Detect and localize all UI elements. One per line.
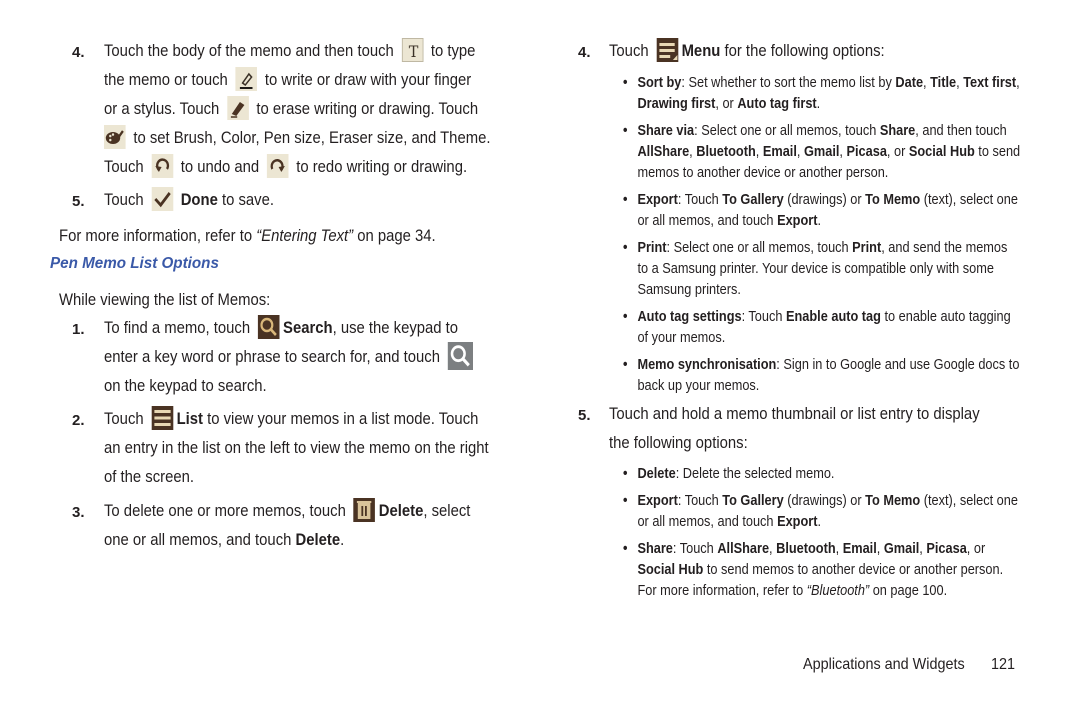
step-number: 2.	[72, 412, 85, 429]
bullet-line: Export: Touch To Gallery (drawings) or T…	[637, 492, 1018, 509]
bullet-dot: •	[623, 492, 628, 509]
bullet-line: back up your memos.	[637, 377, 760, 394]
bullet-item: • Auto tag settings: Touch Enable auto ta…	[623, 306, 1020, 348]
keypad-search-icon	[447, 341, 473, 370]
section-heading: Pen Memo List Options	[50, 255, 219, 272]
menu-step-text: Touch Menu for the following options:	[609, 37, 885, 66]
bullet-dot: •	[623, 74, 628, 91]
settings-palette-icon	[104, 124, 126, 149]
cross-reference-link[interactable]: “Bluetooth”	[807, 582, 869, 599]
bullet-dot: •	[623, 540, 628, 557]
footer-section: Applications and Widgets	[803, 656, 965, 673]
bullet-item: • Print: Select one or all memos, touch P…	[623, 237, 1020, 300]
bullet-line: or all memos, and touch Export.	[637, 513, 821, 530]
bullet-line: Sort by: Set whether to sort the memo li…	[637, 74, 1020, 91]
menu-options-list: • Sort by: Set whether to sort the memo l…	[623, 72, 1020, 402]
step-number: 4.	[72, 44, 85, 61]
bullet-line: Print: Select one or all memos, touch Pr…	[637, 239, 1008, 256]
bullet-item: • Share: Touch AllShare, Bluetooth, Email…	[623, 538, 1018, 601]
pen-icon	[235, 66, 258, 91]
step-number: 5.	[72, 193, 85, 210]
bullet-item: • Export: Touch To Gallery (drawings) or …	[623, 490, 1018, 532]
text-mode-icon: T	[401, 37, 424, 62]
page-number: 121	[991, 656, 1016, 673]
search-icon	[257, 314, 280, 339]
bullet-line: Delete: Delete the selected memo.	[637, 465, 835, 482]
bullet-dot: •	[623, 191, 628, 208]
bullet-dot: •	[623, 239, 628, 256]
delete-trash-icon	[353, 497, 376, 522]
bullet-item: • Share via: Select one or all memos, tou…	[623, 120, 1020, 183]
step-5-text: Touch Done to save.	[104, 186, 274, 215]
intro-text: While viewing the list of Memos:	[59, 291, 271, 309]
svg-text:T: T	[408, 42, 418, 61]
list-step-2-text: Touch List to view your memos in a list …	[104, 405, 489, 492]
list-step-3-text: To delete one or more memos, touch Delet…	[104, 497, 470, 555]
list-step-1-text: To find a memo, touch Search, use the ke…	[104, 314, 477, 401]
hold-options-list: • Delete: Delete the selected memo. • Expor…	[623, 463, 1018, 607]
bullet-item: • Memo synchronisation: Sign in to Google…	[623, 354, 1020, 396]
bullet-line: AllShare, Bluetooth, Email, Gmail, Picas…	[637, 143, 1021, 160]
step-number: 1.	[72, 321, 85, 338]
bullet-item: • Delete: Delete the selected memo.	[623, 463, 1018, 484]
hold-step-text: Touch and hold a memo thumbnail or list …	[609, 405, 980, 452]
bullet-line: memos to another device or another perso…	[637, 164, 889, 181]
bullet-dot: •	[623, 122, 628, 139]
bullet-item: • Sort by: Set whether to sort the memo l…	[623, 72, 1020, 114]
bullet-item: • Export: Touch To Gallery (drawings) or …	[623, 189, 1020, 231]
menu-icon	[656, 37, 678, 62]
bullet-line: Drawing first, or Auto tag first.	[637, 95, 821, 112]
bullet-line: Samsung printers.	[637, 281, 741, 298]
step-4-text: Touch the body of the memo and then touc…	[104, 37, 490, 182]
undo-icon	[151, 153, 173, 178]
bullet-line: Social Hub to send memos to another devi…	[637, 561, 1004, 578]
bullet-line: of your memos.	[637, 329, 726, 346]
bullet-line: Share via: Select one or all memos, touc…	[637, 122, 1007, 139]
redo-icon	[266, 153, 289, 178]
bullet-line: Export: Touch To Gallery (drawings) or T…	[637, 191, 1018, 208]
bullet-dot: •	[623, 356, 628, 373]
cross-reference-link[interactable]: “Entering Text”	[256, 227, 353, 245]
bullet-line: Memo synchronisation: Sign in to Google …	[637, 356, 1020, 373]
bullet-dot: •	[623, 465, 628, 482]
step-number: 3.	[72, 504, 85, 521]
list-view-icon	[151, 405, 173, 430]
bullet-line: For more information, refer to “Bluetoot…	[637, 582, 948, 599]
bullet-dot: •	[623, 308, 628, 325]
done-check-icon	[151, 186, 173, 211]
more-info-text: For more information, refer to “Entering…	[59, 227, 436, 245]
bullet-line: or all memos, and touch Export.	[637, 212, 821, 229]
eraser-icon	[227, 95, 249, 120]
step-number: 5.	[578, 407, 591, 424]
step-number: 4.	[578, 44, 591, 61]
bullet-line: Share: Touch AllShare, Bluetooth, Email,…	[637, 540, 986, 557]
bullet-line: to a Samsung printer. Your device is com…	[637, 260, 994, 277]
bullet-line: Auto tag settings: Touch Enable auto tag…	[637, 308, 1011, 325]
